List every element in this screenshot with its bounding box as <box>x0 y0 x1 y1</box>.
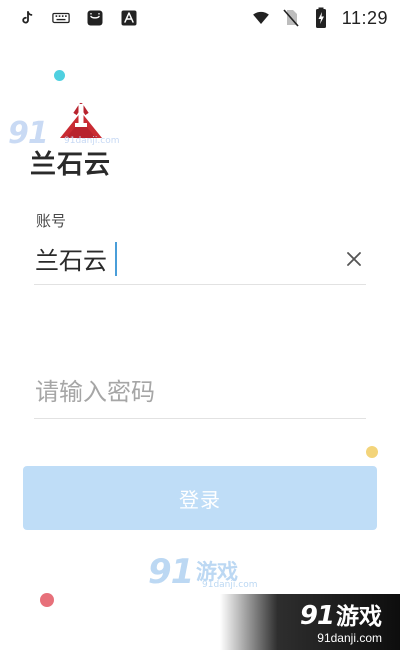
smile-app-icon <box>86 9 104 27</box>
battery-charging-icon <box>312 7 330 28</box>
tiktok-icon <box>18 9 36 27</box>
status-bar: 11:29 <box>0 0 400 36</box>
clear-account-button[interactable] <box>342 247 366 271</box>
text-cursor <box>115 242 117 276</box>
account-label: 账号 <box>36 212 67 230</box>
login-screen: 11:29 91 91danji.com 兰石云 账号 登录 91 游戏 91d… <box>0 0 400 650</box>
brand-title: 91 游戏 <box>300 597 382 631</box>
watermark-site-middle: 91danji.com <box>202 580 258 590</box>
keyboard-icon <box>52 9 70 27</box>
password-divider <box>34 418 366 419</box>
watermark-91-middle: 91 <box>148 552 194 592</box>
decorative-dot-yellow <box>366 446 378 458</box>
password-input[interactable] <box>35 372 355 412</box>
close-icon <box>347 252 361 266</box>
status-left-icons <box>18 9 138 27</box>
account-input[interactable] <box>35 238 335 278</box>
wifi-icon <box>252 9 270 27</box>
account-divider <box>34 284 366 285</box>
app-name: 兰石云 <box>30 150 112 180</box>
decorative-dot-red <box>40 593 54 607</box>
text-app-icon <box>120 9 138 27</box>
brand-watermark-panel: 91 游戏 91danji.com <box>220 594 400 650</box>
decorative-dot-teal <box>54 70 65 81</box>
status-time: 11:29 <box>341 8 388 28</box>
brand-number: 91 <box>299 601 335 631</box>
brand-site: 91danji.com <box>317 631 382 645</box>
brand-name: 游戏 <box>336 604 382 630</box>
status-right-icons: 11:29 <box>252 6 388 30</box>
no-sim-icon <box>282 9 300 27</box>
login-button[interactable]: 登录 <box>23 466 377 530</box>
